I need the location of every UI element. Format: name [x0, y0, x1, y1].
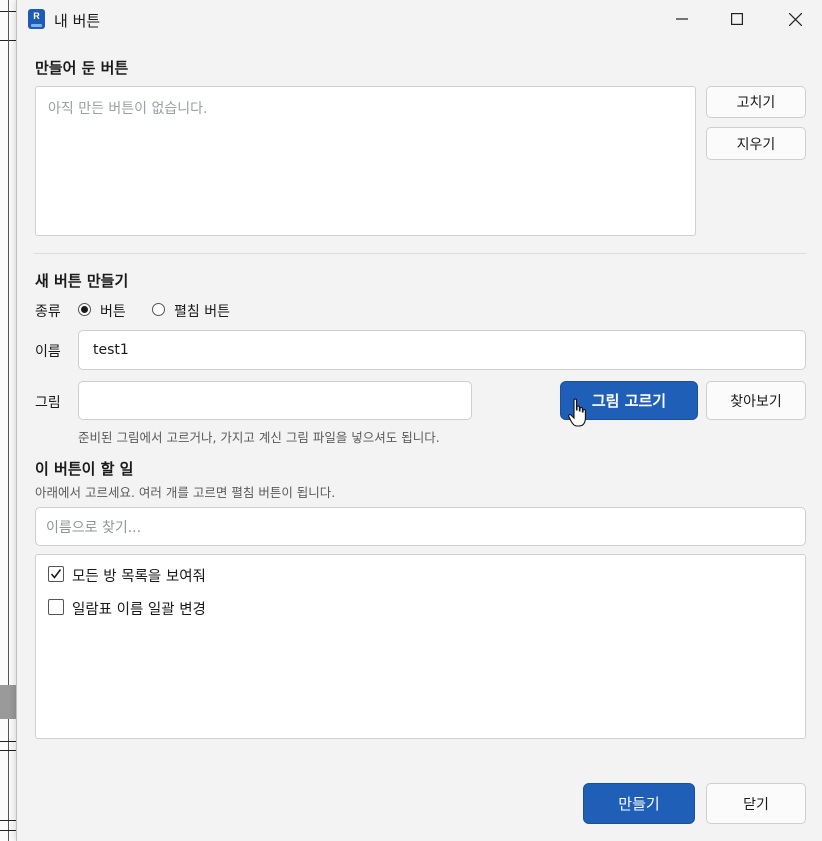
- minimize-button[interactable]: [659, 0, 705, 38]
- action-item-label[interactable]: 일람표 이름 일괄 변경: [72, 598, 206, 619]
- hand-pointer-icon: [568, 398, 586, 427]
- type-option-label[interactable]: 펼침 버튼: [174, 301, 230, 321]
- close-button[interactable]: [772, 0, 818, 38]
- name-input-value: test1: [93, 342, 129, 358]
- my-buttons-dialog: R 내 버튼 만들어 둔 버튼 아직 만든 버튼이 없습니다. 고치기 지우기 …: [16, 0, 822, 841]
- maximize-button[interactable]: [714, 0, 760, 38]
- action-checkbox[interactable]: [48, 599, 64, 615]
- action-list[interactable]: 모든 방 목록을 보여줘 일람표 이름 일괄 변경: [35, 554, 806, 739]
- type-radio-dropdown[interactable]: [152, 303, 165, 316]
- checkmark-icon: [50, 569, 62, 579]
- create-button-heading: 새 버튼 만들기: [35, 272, 129, 290]
- search-placeholder: 이름으로 찾기...: [46, 519, 142, 536]
- title-bar[interactable]: R 내 버튼: [17, 0, 822, 38]
- maximize-icon: [731, 13, 743, 25]
- image-hint: 준비된 그림에서 고르거나, 가지고 계신 그림 파일을 넣으셔도 됩니다.: [78, 430, 440, 445]
- existing-buttons-list[interactable]: 아직 만든 버튼이 없습니다.: [35, 86, 696, 236]
- window-title: 내 버튼: [54, 12, 101, 30]
- browse-button[interactable]: 찾아보기: [706, 381, 806, 420]
- type-label: 종류: [35, 304, 61, 320]
- close-dialog-button[interactable]: 닫기: [706, 783, 806, 824]
- name-input[interactable]: test1: [78, 330, 806, 370]
- create-button[interactable]: 만들기: [583, 783, 695, 824]
- section-divider: [34, 253, 806, 254]
- edit-button[interactable]: 고치기: [706, 86, 806, 118]
- actions-heading: 이 버튼이 할 일: [35, 460, 134, 478]
- image-label: 그림: [35, 395, 61, 411]
- name-label: 이름: [35, 344, 61, 360]
- existing-buttons-heading: 만들어 둔 버튼: [35, 59, 129, 77]
- action-checkbox[interactable]: [48, 566, 64, 582]
- type-option-label[interactable]: 버튼: [100, 301, 126, 321]
- image-input[interactable]: [78, 381, 472, 420]
- actions-hint: 아래에서 고르세요. 여러 개를 고르면 펼침 버튼이 됩니다.: [35, 485, 336, 500]
- action-item-label[interactable]: 모든 방 목록을 보여줘: [72, 565, 206, 586]
- close-icon: [788, 12, 802, 26]
- minimize-icon: [676, 18, 688, 20]
- delete-button[interactable]: 지우기: [706, 127, 806, 160]
- revit-app-icon: R: [28, 9, 45, 29]
- action-search-input[interactable]: 이름으로 찾기...: [35, 507, 806, 546]
- empty-list-text: 아직 만든 버튼이 없습니다.: [48, 101, 208, 117]
- type-radio-button[interactable]: [78, 303, 91, 316]
